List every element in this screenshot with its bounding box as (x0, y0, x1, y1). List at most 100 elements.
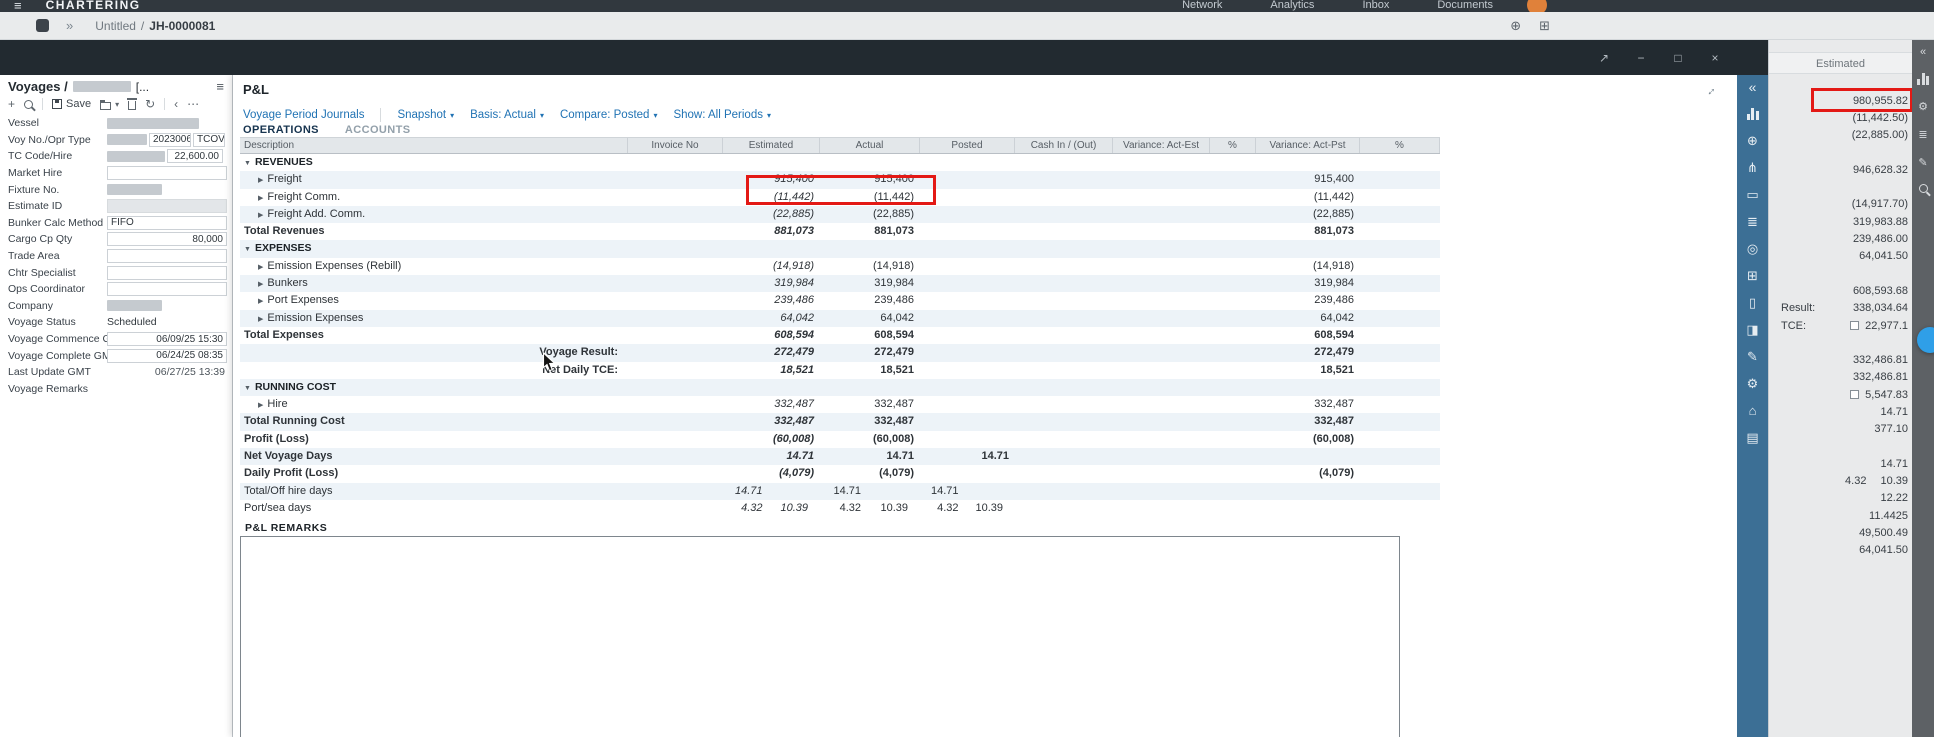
delete-icon[interactable] (126, 98, 137, 110)
expand-row-icon[interactable]: ▶ (258, 212, 263, 219)
collapse-panel-icon[interactable]: « (1920, 46, 1926, 58)
pnl-row-emission-expenses[interactable]: ▶ Emission Expenses 64,042 64,042 64,042 (240, 309, 1440, 327)
toolbar-show-all-periods[interactable]: Show: All Periods ▾ (673, 109, 771, 121)
search-icon[interactable] (24, 99, 34, 109)
expand-icon[interactable]: ↕ (1705, 84, 1719, 98)
apps-grid-icon[interactable]: ⊞ (1747, 269, 1758, 282)
pnl-row-freight-add-comm[interactable]: ▶ Freight Add. Comm. (22,885) (22,885) (22,8… (240, 205, 1440, 224)
hamburger-menu-icon[interactable]: ≡ (14, 0, 22, 12)
search-icon[interactable] (1918, 184, 1928, 193)
pnl-row-bunkers[interactable]: ▶ Bunkers 319,984 319,984 319,984 (240, 275, 1440, 293)
expand-row-icon[interactable]: ▶ (258, 264, 263, 271)
document-icon[interactable]: ▯ (1749, 296, 1756, 309)
field-input[interactable] (107, 265, 227, 280)
compass-icon[interactable]: ◎ (1747, 242, 1758, 255)
checkbox[interactable] (1850, 390, 1860, 400)
list-icon[interactable]: ≣ (1918, 128, 1927, 141)
pnl-row-freight-comm[interactable]: ▶ Freight Comm. (11,442) (11,442) (11,442) (240, 189, 1440, 206)
toolbar-compare-posted[interactable]: Compare: Posted ▾ (560, 109, 658, 121)
nav-item-analytics[interactable]: Analytics (1270, 0, 1314, 11)
nav-item-network[interactable]: Network (1182, 0, 1222, 11)
expand-row-icon[interactable]: ▶ (258, 281, 263, 288)
collapse-section-icon[interactable]: ▼ (244, 160, 251, 167)
workspace-icon[interactable] (36, 19, 49, 32)
chart-icon[interactable] (1746, 108, 1759, 120)
bank-icon[interactable]: ⌂ (1749, 404, 1757, 417)
pnl-row-emission-expenses-rebill[interactable]: ▶ Emission Expenses (Rebill) (14,918) (14,9… (240, 258, 1440, 275)
expand-row-icon[interactable]: ▶ (258, 298, 263, 305)
field-input[interactable]: 06/24/25 08:35 (107, 348, 227, 363)
remarks-textarea[interactable] (240, 536, 1400, 737)
field-input[interactable]: 80,000 (107, 232, 227, 247)
cash-icon[interactable]: ▤ (1746, 431, 1758, 444)
field-input[interactable] (107, 249, 227, 264)
nav-item-documents[interactable]: Documents (1437, 0, 1493, 11)
expand-row-icon[interactable]: ▶ (258, 316, 263, 323)
gear-icon[interactable]: ⚙ (1747, 377, 1759, 390)
field-input[interactable]: 06/09/25 15:30 (107, 332, 227, 347)
field-input[interactable]: 2023006 (149, 132, 191, 147)
back-icon[interactable]: ‹ (174, 97, 178, 111)
add-icon[interactable]: + (8, 97, 15, 111)
pnl-row-revenues[interactable]: ▼ REVENUES (240, 154, 1440, 171)
cell-variance-act-pst (1256, 483, 1360, 500)
collapse-section-icon[interactable]: ▼ (244, 385, 251, 392)
field-input-2[interactable]: TCOV (193, 132, 225, 147)
user-avatar[interactable] (1527, 0, 1547, 12)
globe-icon[interactable]: ⊕ (1510, 18, 1521, 34)
expand-row-icon[interactable]: ▶ (258, 402, 263, 409)
column-header-description[interactable]: Description (240, 138, 628, 153)
column-header-variance-act-est[interactable]: Variance: Act-Est (1113, 138, 1210, 153)
checkbox[interactable] (1850, 321, 1860, 330)
popout-icon[interactable]: ↗ (1597, 51, 1611, 65)
toolbar-snapshot[interactable]: Snapshot ▾ (397, 109, 454, 121)
badge-icon[interactable]: ◨ (1746, 323, 1758, 336)
close-icon[interactable]: × (1708, 51, 1722, 65)
chart-icon[interactable] (1917, 73, 1929, 85)
globe-icon[interactable]: ⊕ (1747, 134, 1758, 147)
id-card-icon[interactable]: ▭ (1746, 188, 1758, 201)
column-header-[interactable]: % (1210, 138, 1256, 153)
pnl-row-freight[interactable]: ▶ Freight 915,400 915,400 915,400 (240, 171, 1440, 189)
breadcrumb-voyage-id[interactable]: JH-0000081 (149, 19, 215, 33)
pnl-row-port-expenses[interactable]: ▶ Port Expenses 239,486 239,486 239,486 (240, 292, 1440, 309)
field-input[interactable]: FIFO (107, 215, 227, 230)
collapse-panel-icon[interactable]: « (1749, 80, 1757, 94)
hierarchy-icon[interactable]: ⋔ (1747, 161, 1758, 174)
toolbar-basis-actual[interactable]: Basis: Actual ▾ (470, 109, 544, 121)
field-input[interactable] (107, 166, 227, 181)
minimize-icon[interactable]: − (1634, 51, 1648, 65)
caret-down-icon[interactable]: ▾ (115, 100, 119, 109)
edit-icon[interactable]: ✎ (1918, 156, 1927, 169)
menu-icon[interactable]: ≡ (216, 79, 224, 94)
breadcrumb-untitled[interactable]: Untitled (95, 19, 136, 33)
pnl-row-running-cost[interactable]: ▼ RUNNING COST (240, 378, 1440, 397)
more-icon[interactable]: ⋯ (187, 97, 199, 111)
nav-item-inbox[interactable]: Inbox (1362, 0, 1389, 11)
gear-icon[interactable]: ⚙ (1918, 100, 1928, 113)
field-input[interactable] (107, 282, 227, 297)
edit-icon[interactable]: ✎ (1747, 350, 1758, 363)
column-header-[interactable]: % (1360, 138, 1440, 153)
chevron-double-right-icon[interactable]: » (66, 18, 73, 33)
expand-row-icon[interactable]: ▶ (258, 177, 263, 184)
column-header-actual[interactable]: Actual (820, 138, 920, 153)
column-header-variance-act-pst[interactable]: Variance: Act-Pst (1256, 138, 1360, 153)
collapse-section-icon[interactable]: ▼ (244, 246, 251, 253)
expand-row-icon[interactable]: ▶ (258, 195, 263, 202)
pnl-row-hire[interactable]: ▶ Hire 332,487 332,487 332,487 (240, 396, 1440, 413)
estimate-value: (11,442.50) (1852, 111, 1908, 124)
column-header-posted[interactable]: Posted (920, 138, 1015, 153)
list-icon[interactable]: ≣ (1747, 215, 1758, 228)
column-header-cash-in-out[interactable]: Cash In / (Out) (1015, 138, 1113, 153)
pnl-row-expenses[interactable]: ▼ EXPENSES (240, 240, 1440, 258)
column-header-invoice-no[interactable]: Invoice No (628, 138, 723, 153)
save-button[interactable]: Save (52, 98, 91, 110)
apps-grid-icon[interactable]: ⊞ (1539, 18, 1550, 34)
field-input[interactable]: 22,600.00 (167, 149, 223, 164)
column-header-estimated[interactable]: Estimated (723, 138, 820, 153)
toolbar-voyage-period-journals[interactable]: Voyage Period Journals (243, 109, 364, 121)
refresh-icon[interactable]: ↻ (145, 97, 155, 111)
copy-icon[interactable] (100, 99, 112, 110)
maximize-icon[interactable]: □ (1671, 51, 1685, 65)
